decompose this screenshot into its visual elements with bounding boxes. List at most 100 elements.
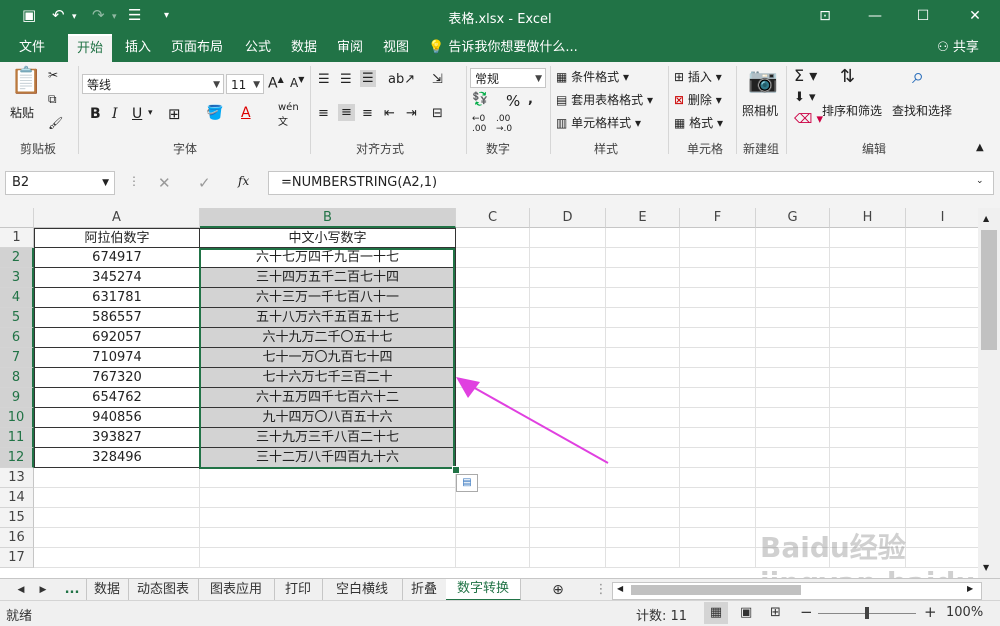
underline-button[interactable]: U — [132, 106, 142, 122]
number-format-select[interactable]: 常规 ▼ — [470, 68, 546, 88]
cell[interactable] — [830, 488, 906, 508]
arabic-number-cell[interactable]: 631781 — [34, 288, 200, 308]
sheet-tab[interactable]: 打印 — [274, 579, 323, 601]
phonetic-icon[interactable]: wén 文 — [278, 102, 299, 128]
cell[interactable] — [830, 328, 906, 348]
tab-data[interactable]: 数据 — [284, 34, 324, 62]
cell[interactable] — [606, 508, 680, 528]
cell[interactable] — [756, 228, 830, 248]
add-sheet-icon[interactable]: ⊕ — [546, 579, 570, 601]
italic-button[interactable]: I — [112, 106, 118, 122]
scroll-left-icon[interactable]: ◀ — [617, 584, 623, 593]
align-left-icon[interactable]: ≡ — [318, 106, 329, 121]
cell[interactable] — [680, 308, 756, 328]
cell[interactable] — [906, 368, 980, 388]
cell[interactable] — [200, 528, 456, 548]
confirm-icon[interactable]: ✓ — [198, 174, 211, 192]
cell[interactable] — [606, 308, 680, 328]
orientation-icon[interactable]: ab↗ — [388, 72, 415, 87]
cell[interactable] — [830, 388, 906, 408]
scroll-thumb[interactable] — [981, 230, 997, 350]
align-center-icon[interactable]: ≡ — [338, 104, 355, 121]
column-header[interactable]: C — [456, 208, 530, 228]
copy-icon[interactable]: ⧉ — [48, 92, 57, 107]
cell[interactable] — [906, 308, 980, 328]
cell[interactable] — [680, 388, 756, 408]
tell-me-box[interactable]: 💡 告诉我你想要做什么... — [428, 34, 588, 62]
cut-icon[interactable]: ✂ — [48, 68, 58, 82]
cell[interactable] — [830, 268, 906, 288]
select-all-corner[interactable] — [0, 208, 34, 228]
collapse-ribbon-icon[interactable]: ▲ — [976, 142, 984, 153]
align-middle-icon[interactable]: ☰ — [340, 72, 352, 87]
arabic-number-cell[interactable]: 710974 — [34, 348, 200, 368]
tab-page-layout[interactable]: 页面布局 — [164, 34, 230, 62]
row-header[interactable]: 10 — [0, 408, 34, 428]
autosum-icon[interactable]: Σ ▾ — [794, 66, 817, 85]
close-button[interactable]: ✕ — [955, 4, 995, 28]
cell[interactable] — [606, 548, 680, 568]
cell[interactable] — [456, 288, 530, 308]
chinese-number-cell[interactable]: 五十八万六千五百五十七 — [200, 308, 456, 328]
cell[interactable] — [530, 248, 606, 268]
cell[interactable] — [34, 488, 200, 508]
name-box[interactable]: B2 ▼ — [5, 171, 115, 195]
cell[interactable] — [680, 548, 756, 568]
percent-icon[interactable]: % — [506, 92, 520, 110]
column-header[interactable]: H — [830, 208, 906, 228]
cell[interactable] — [906, 448, 980, 468]
cell[interactable] — [756, 468, 830, 488]
vertical-scrollbar[interactable]: ▲ ▼ — [978, 208, 1000, 578]
cell[interactable] — [906, 288, 980, 308]
formula-input[interactable]: =NUMBERSTRING(A2,1) — [268, 171, 994, 195]
share-button[interactable]: ⚇ 共享 — [928, 34, 988, 62]
conditional-format-button[interactable]: ▦ 条件格式 ▾ — [556, 68, 629, 85]
cell[interactable] — [530, 268, 606, 288]
chinese-number-cell[interactable]: 九十四万〇八百五十六 — [200, 408, 456, 428]
wrap-text-icon[interactable]: ⇲ — [432, 72, 443, 87]
column-header[interactable]: G — [756, 208, 830, 228]
cell[interactable] — [906, 508, 980, 528]
cell[interactable] — [34, 508, 200, 528]
row-header[interactable]: 5 — [0, 308, 34, 328]
tab-view[interactable]: 视图 — [376, 34, 416, 62]
horizontal-scrollbar[interactable]: ◀ ▶ — [612, 582, 982, 600]
chinese-number-cell[interactable]: 六十三万一千七百八十一 — [200, 288, 456, 308]
cell[interactable] — [906, 248, 980, 268]
font-color-icon[interactable]: A — [241, 105, 251, 121]
h-scroll-thumb[interactable] — [631, 585, 801, 595]
zoom-level[interactable]: 100% — [946, 605, 983, 620]
header-cell[interactable]: 阿拉伯数字 — [34, 228, 200, 248]
cell[interactable] — [906, 268, 980, 288]
cell[interactable] — [680, 348, 756, 368]
chinese-number-cell[interactable]: 三十四万五千二百七十四 — [200, 268, 456, 288]
maximize-button[interactable]: ☐ — [903, 4, 943, 28]
cell[interactable] — [456, 508, 530, 528]
paste-label[interactable]: 粘贴 — [10, 104, 34, 121]
cell[interactable] — [530, 288, 606, 308]
cell[interactable] — [530, 328, 606, 348]
merge-center-icon[interactable]: ⊟ — [432, 106, 443, 121]
border-icon[interactable]: ⊞ — [168, 105, 181, 123]
cell-styles-button[interactable]: ▥ 单元格样式 ▾ — [556, 114, 641, 131]
column-header[interactable]: I — [906, 208, 980, 228]
more-sheets[interactable]: ... — [58, 579, 87, 601]
cell[interactable] — [680, 428, 756, 448]
cell[interactable] — [530, 528, 606, 548]
cell[interactable] — [530, 308, 606, 328]
arabic-number-cell[interactable]: 393827 — [34, 428, 200, 448]
insert-function-icon[interactable]: fx — [238, 174, 249, 188]
camera-label[interactable]: 照相机 — [742, 102, 778, 119]
cell[interactable] — [756, 348, 830, 368]
header-cell[interactable]: 中文小写数字 — [200, 228, 456, 248]
tab-file[interactable]: 文件 — [10, 34, 54, 62]
tab-home[interactable]: 开始 — [68, 34, 112, 62]
clear-icon[interactable]: ⌫ ▾ — [794, 112, 823, 127]
font-size-select[interactable]: 11 ▼ — [226, 74, 264, 94]
chinese-number-cell[interactable]: 三十二万八千四百九十六 — [200, 448, 456, 468]
decrease-indent-icon[interactable]: ⇤ — [384, 106, 395, 121]
sort-filter-label[interactable]: 排序和筛选 — [822, 102, 882, 119]
cell[interactable] — [906, 428, 980, 448]
cell[interactable] — [906, 348, 980, 368]
row-header[interactable]: 12 — [0, 448, 34, 468]
